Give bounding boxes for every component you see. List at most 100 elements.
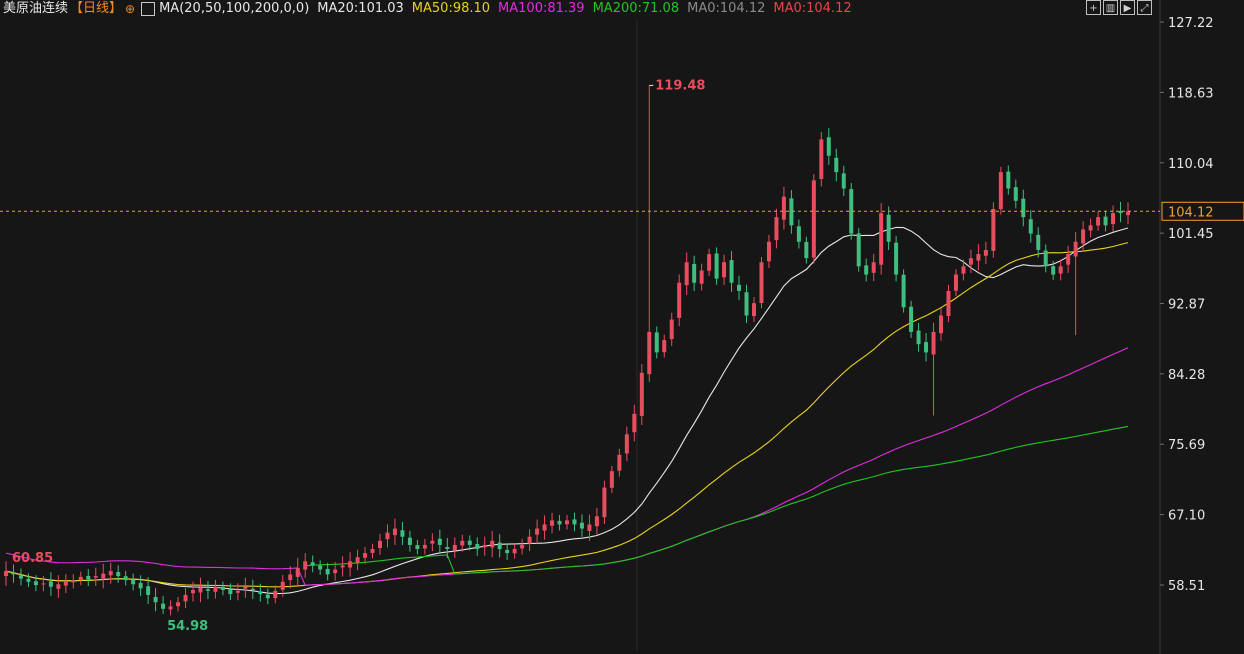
candle-body [86,575,91,580]
ma0-value-gray: MA0:104.12 [687,1,766,16]
candle-body [1126,211,1130,216]
chart-grid [636,0,1161,654]
y-tick-label: 84.28 [1168,368,1205,383]
candle-body [722,262,727,278]
candle-body [116,572,121,577]
candle-body [213,586,218,592]
candle-body [654,332,659,353]
candle-body [759,262,764,304]
candle-body [400,530,405,537]
candle-body [310,562,315,566]
candle-body [56,584,61,589]
chart-area[interactable]: 119.48 54.98 60.85 127.22 118.63 110.04 101.4… [0,0,1244,654]
candle-body [871,262,876,273]
candle-body [512,549,517,554]
candle-body [804,241,809,259]
ma-indicator-icon[interactable] [141,2,156,16]
candle-body [684,262,689,286]
candle-body [355,557,360,563]
candle-body [333,569,338,574]
candle-body [392,528,397,536]
candle-body [303,561,308,570]
candle-body [901,274,906,308]
layout-icon[interactable]: ▥ [1103,0,1118,15]
candle-body [340,565,345,568]
ma200-value: MA200:71.08 [592,1,680,16]
candle-body [295,567,300,577]
crosshair-icon[interactable]: + [1086,0,1101,15]
candle-body [744,292,749,316]
play-icon[interactable]: ▶ [1120,0,1135,15]
y-tick-label: 101.45 [1168,227,1214,242]
candle-body [198,587,203,593]
candle-body [961,266,966,274]
ma100-value: MA100:81.39 [498,1,585,16]
candle-body [924,342,929,353]
candle-body [662,340,667,353]
candle-body [475,543,480,550]
ma50-value: MA50:98.10 [411,1,491,16]
candle-body [1088,225,1093,231]
instrument-name[interactable]: 美原油连续 [3,0,68,18]
candle-body [916,330,921,345]
candle-body [235,590,240,593]
candle-body [1051,266,1056,275]
candle-body [692,263,697,283]
chart-toolbar: + ▥ ▶ ⤢ [1086,0,1152,15]
y-tick-label: 58.51 [1168,579,1205,594]
ma20-value: MA20:101.03 [317,1,404,16]
y-tick-label: 67.10 [1168,509,1205,524]
ma200-line [305,425,1129,575]
y-tick-label: 118.63 [1168,86,1214,101]
candle-body [467,540,472,545]
candle-body [729,260,734,283]
candle-body [572,519,577,525]
candle-body [273,590,278,599]
candle-body [33,581,38,586]
candle-body [363,553,368,558]
candle-body [220,586,225,590]
candle-body [1021,198,1026,218]
price-axis[interactable]: 127.22 118.63 110.04 101.45 92.87 84.28 75.69 6… [1160,16,1244,594]
ma-params[interactable]: MA(20,50,100,200,0,0) [159,0,309,18]
candle-body [1036,234,1041,250]
candle-body [834,157,839,173]
candle-body [280,581,285,590]
candle-body [669,319,674,340]
candle-body [71,580,76,583]
last-price-label: 104.12 [1168,205,1214,220]
candle-body [1096,217,1101,226]
chart-header: 美原油连续 【日线】 ⊕ MA(20,50,100,200,0,0) MA20:… [3,0,860,18]
candle-body [348,561,353,568]
candle-body [385,532,390,540]
candle-body [146,586,151,595]
candle-body [968,258,973,265]
candle-body [909,306,914,332]
candle-body [998,172,1003,210]
candle-body [819,139,824,179]
candle-body [460,540,465,546]
candle-body [1111,213,1116,225]
candle-body [939,315,943,334]
candle-body [378,540,382,549]
candle-body [557,520,562,525]
period-label[interactable]: 【日线】 [70,0,122,18]
candlesticks [4,85,1130,616]
y-tick-label: 92.87 [1168,297,1205,312]
candle-body [123,576,128,581]
ma100-line [5,347,1129,586]
candle-body [1006,171,1011,189]
candle-body [1066,254,1071,265]
candle-body [639,372,644,416]
y-tick-label: 127.22 [1168,16,1214,31]
candle-body [176,602,181,607]
candle-body [991,208,996,251]
candle-body [78,576,83,580]
fullscreen-icon[interactable]: ⤢ [1137,0,1152,15]
ma50-line [5,242,1129,588]
candle-body [826,137,831,156]
candle-body [250,588,255,590]
candle-body [1103,216,1108,226]
candle-body [864,265,869,275]
settings-icon[interactable]: ⊕ [125,0,135,18]
